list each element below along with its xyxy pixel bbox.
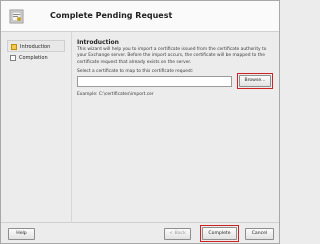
back-button[interactable]: < Back xyxy=(164,228,191,240)
browse-button[interactable]: Browse... xyxy=(239,75,271,87)
intro-description: This wizard will help you to import a ce… xyxy=(77,47,267,65)
step-completion[interactable]: Completion xyxy=(7,52,65,64)
wizard-steps: Introduction Completion xyxy=(7,40,65,64)
help-button[interactable]: Help xyxy=(8,228,35,240)
cancel-button[interactable]: Cancel xyxy=(245,228,274,240)
page-title: Complete Pending Request xyxy=(50,11,173,20)
complete-highlight: Complete xyxy=(200,225,239,242)
current-step-arrow-icon xyxy=(11,44,17,50)
wizard-window: Complete Pending Request Introduction Co… xyxy=(0,0,280,244)
example-text: Example: C:\certificates\import.cer xyxy=(77,92,154,97)
step-introduction[interactable]: Introduction xyxy=(7,40,65,52)
certificate-path-input[interactable] xyxy=(77,76,232,87)
step-icon xyxy=(10,55,16,61)
wizard-header: Complete Pending Request xyxy=(1,1,279,32)
intro-section: Introduction This wizard will help you t… xyxy=(77,39,275,66)
section-heading: Introduction xyxy=(77,39,119,46)
step-label: Completion xyxy=(19,55,48,61)
step-label: Introduction xyxy=(20,44,51,50)
footer-divider xyxy=(1,222,279,223)
certificate-wizard-icon xyxy=(9,9,24,24)
certificate-field-label: Select a certificate to map to this cert… xyxy=(77,69,194,74)
browse-highlight: Browse... xyxy=(237,73,273,89)
divider xyxy=(71,32,72,222)
complete-button[interactable]: Complete xyxy=(202,227,237,240)
